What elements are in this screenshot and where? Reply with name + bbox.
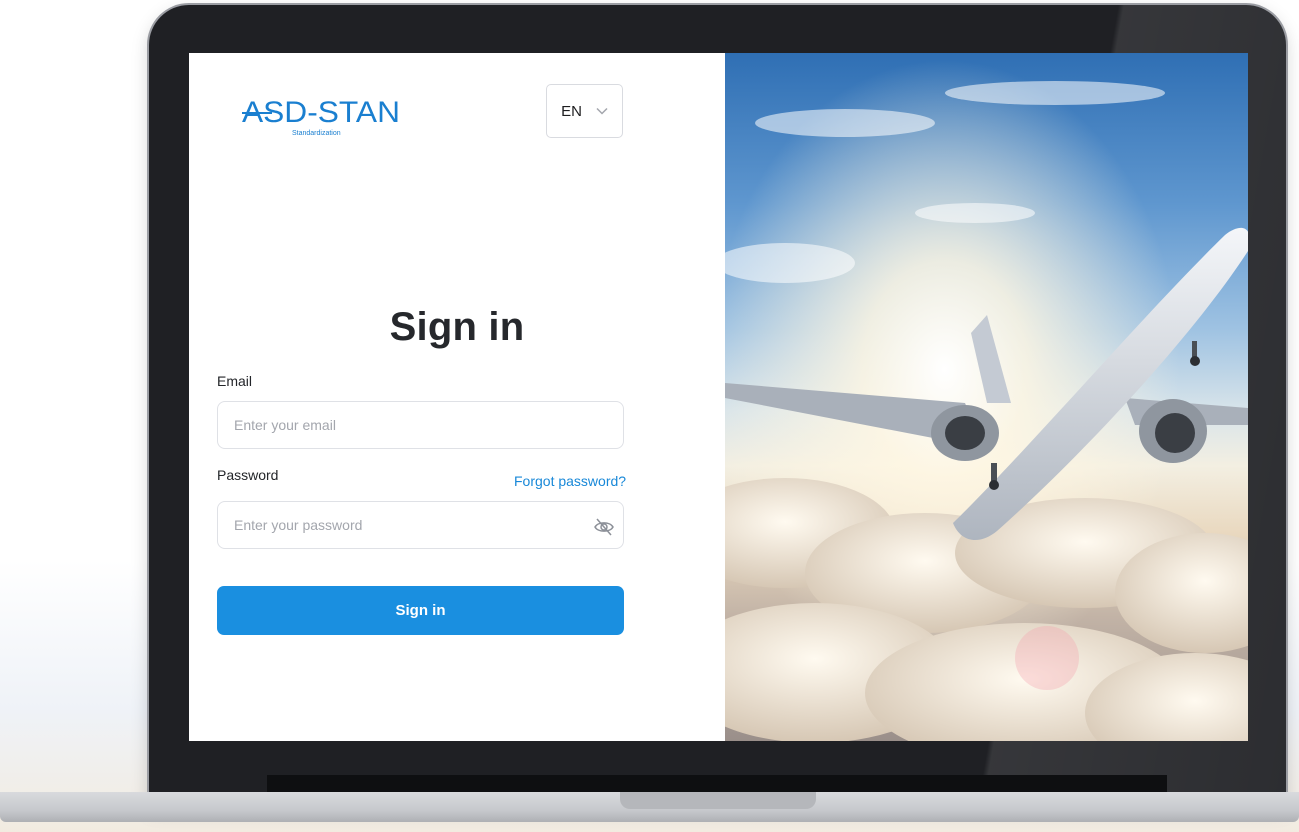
- asd-stan-logo: ASD-STAN Standardization: [242, 96, 400, 137]
- laptop-notch: [620, 792, 816, 809]
- language-value: EN: [561, 102, 582, 120]
- forgot-password-link[interactable]: Forgot password?: [514, 473, 626, 489]
- page-title: Sign in: [389, 305, 525, 349]
- laptop-screen: ASD-STAN Standardization EN Sign in Emai…: [189, 53, 1248, 741]
- email-label: Email: [217, 373, 253, 389]
- chevron-down-icon: [596, 107, 608, 115]
- airplane-image: [725, 53, 1248, 741]
- sign-in-button[interactable]: Sign in: [217, 586, 624, 635]
- language-select[interactable]: EN: [546, 84, 623, 138]
- login-panel: ASD-STAN Standardization EN Sign in Emai…: [189, 53, 725, 741]
- eye-off-icon[interactable]: [593, 516, 615, 538]
- hero-image-panel: [725, 53, 1248, 741]
- password-label: Password: [217, 467, 279, 483]
- password-field[interactable]: [217, 501, 624, 549]
- logo-tagline: Standardization: [292, 130, 341, 137]
- lens-flare: [1015, 626, 1079, 690]
- email-field[interactable]: [217, 401, 624, 449]
